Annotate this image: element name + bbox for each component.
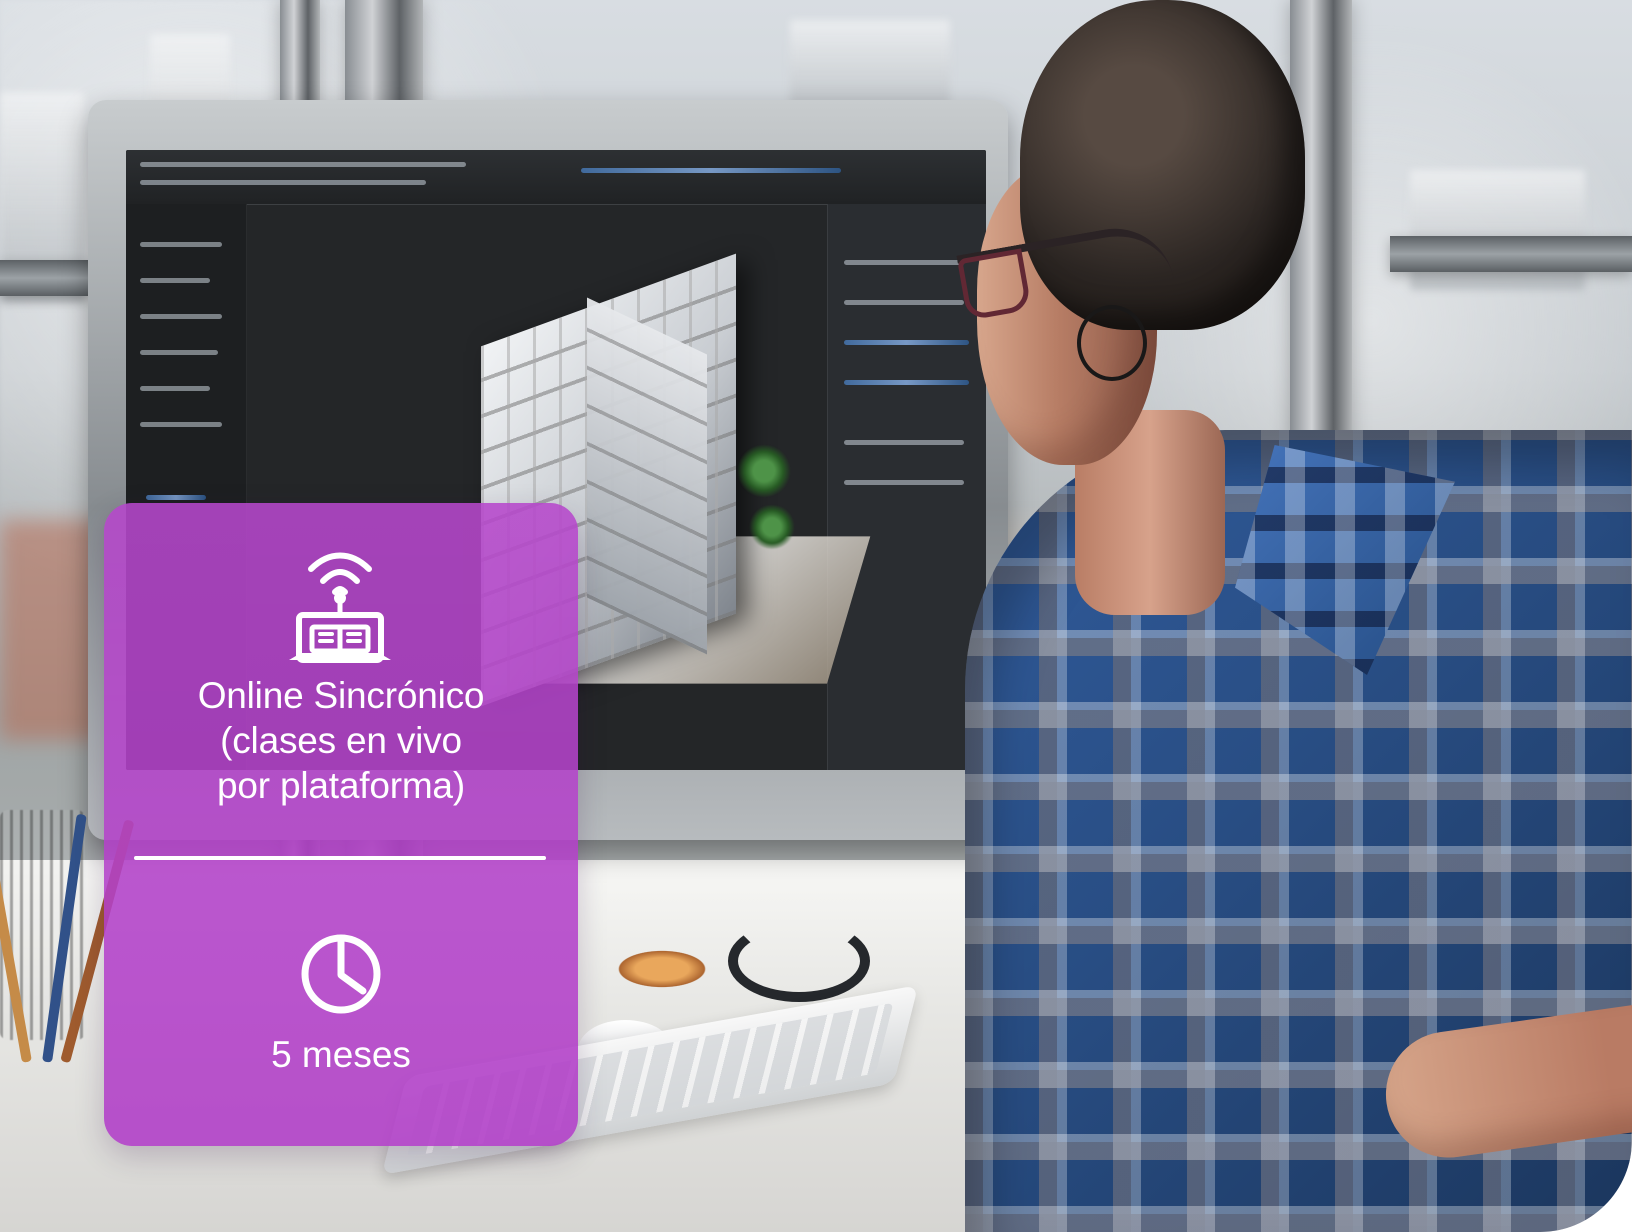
course-modality-text: Online Sincrónico (clases en vivo por pl…: [197, 675, 485, 806]
bread-on-desk: [612, 948, 712, 990]
left-panel-texture: [140, 386, 210, 391]
course-modality-hero: Online Sincrónico (clases en vivo por pl…: [0, 0, 1632, 1232]
properties-panel-texture: [844, 380, 969, 385]
toolbar-texture: [140, 180, 426, 185]
left-panel-texture: [146, 495, 206, 500]
clock-icon: [301, 934, 381, 1014]
properties-panel-texture: [844, 480, 964, 485]
properties-panel-texture: [844, 260, 964, 265]
course-info-card: Online Sincrónico (clases en vivo por pl…: [104, 503, 578, 1146]
left-panel-texture: [140, 422, 222, 427]
earring: [1077, 305, 1147, 381]
properties-panel-texture: [844, 440, 964, 445]
headphones-on-desk: [728, 920, 870, 1002]
toolbar-texture: [140, 162, 466, 167]
left-panel-texture: [140, 314, 222, 319]
wifi-laptop-book-icon: [289, 552, 391, 663]
cad-tree-icon: [736, 445, 792, 497]
cad-tree-icon: [748, 505, 796, 549]
course-duration-text: 5 meses: [271, 1034, 411, 1075]
left-panel-texture: [140, 350, 218, 355]
toolbar-texture: [581, 168, 841, 173]
properties-panel-texture: [844, 340, 969, 345]
window-rail: [0, 260, 90, 296]
properties-panel-texture: [844, 300, 964, 305]
left-panel-texture: [140, 242, 222, 247]
card-divider: [134, 856, 546, 860]
cad-toolbar: [126, 150, 986, 205]
left-panel-texture: [140, 278, 210, 283]
person-working: [956, 0, 1632, 1232]
